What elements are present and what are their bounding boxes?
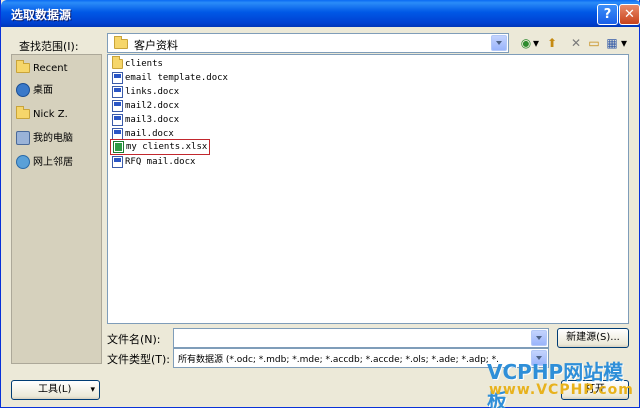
network-icon — [16, 155, 30, 169]
place-recent[interactable]: Recent — [16, 59, 100, 79]
folder-icon — [112, 55, 123, 69]
place-label: Nick Z. — [33, 109, 68, 120]
filename-input[interactable] — [173, 328, 549, 348]
place-label: 我的电脑 — [33, 133, 73, 144]
place-user[interactable]: Nick Z. — [16, 105, 100, 125]
word-doc-icon — [112, 127, 123, 140]
list-item[interactable]: clients — [112, 55, 163, 71]
lookin-combo[interactable]: 客户资料 — [107, 33, 509, 53]
file-list[interactable]: clients email template.docx links.docx m… — [107, 54, 629, 324]
list-item[interactable]: links.docx — [112, 85, 179, 99]
delete-icon[interactable]: ✕ — [567, 35, 585, 51]
dialog-title: 选取数据源 — [11, 8, 72, 22]
word-doc-icon — [112, 71, 123, 84]
file-name: email template.docx — [125, 73, 228, 83]
up-folder-icon[interactable]: ⬆ — [543, 35, 561, 51]
file-name: my clients.xlsx — [126, 142, 208, 152]
help-button[interactable]: ? — [597, 4, 618, 25]
list-item-highlighted[interactable]: my clients.xlsx — [110, 139, 211, 155]
excel-sheet-icon — [113, 140, 124, 153]
filetype-label: 文件类型(T): — [107, 353, 171, 366]
list-item[interactable]: mail2.docx — [112, 99, 179, 113]
file-dialog: 选取数据源 ? ✕ 查找范围(I): 客户资料 ◉ ▾ ⬆ ✕ ▭ ▦ ▾ Re… — [0, 0, 640, 408]
place-desktop[interactable]: 桌面 — [16, 81, 100, 101]
watermark-line-2: www.VCPHP.com — [489, 382, 634, 398]
chevron-down-icon[interactable] — [531, 330, 547, 346]
word-doc-icon — [112, 113, 123, 126]
filename-label: 文件名(N): — [107, 333, 161, 346]
lookin-label: 查找范围(I): — [19, 40, 79, 53]
place-network[interactable]: 网上邻居 — [16, 153, 100, 173]
tools-button[interactable]: 工具(L) — [11, 380, 100, 400]
computer-icon — [16, 131, 30, 145]
folder-icon — [16, 60, 30, 73]
places-bar: Recent 桌面 Nick Z. 我的电脑 网上邻居 — [11, 54, 102, 364]
place-computer[interactable]: 我的电脑 — [16, 129, 100, 149]
watermark: VCPHP网站模板 www.VCPHP.com — [487, 356, 637, 408]
views-dropdown-icon[interactable]: ▾ — [619, 35, 629, 51]
file-name: clients — [125, 59, 163, 69]
list-item[interactable]: RFQ mail.docx — [112, 155, 195, 169]
filetype-value: 所有数据源 (*.odc; *.mdb; *.mde; *.accdb; *.a… — [178, 355, 500, 365]
user-folder-icon — [16, 106, 30, 119]
word-doc-icon — [112, 99, 123, 112]
close-button[interactable]: ✕ — [619, 4, 640, 25]
new-source-button[interactable]: 新建源(S)... — [557, 328, 629, 348]
place-label: Recent — [33, 63, 68, 74]
file-name: RFQ mail.docx — [125, 157, 196, 167]
new-folder-icon[interactable]: ▭ — [585, 35, 603, 51]
title-bar[interactable]: 选取数据源 ? ✕ — [1, 0, 640, 27]
place-label: 桌面 — [33, 85, 53, 96]
place-label: 网上邻居 — [33, 157, 73, 168]
word-doc-icon — [112, 155, 123, 168]
desktop-icon — [16, 83, 30, 97]
word-doc-icon — [112, 85, 123, 98]
folder-icon — [114, 36, 128, 49]
file-name: links.docx — [125, 87, 180, 97]
chevron-down-icon[interactable] — [491, 35, 507, 51]
file-name: mail.docx — [125, 129, 174, 139]
back-dropdown-icon[interactable]: ▾ — [531, 35, 541, 51]
list-item[interactable]: mail3.docx — [112, 113, 179, 127]
list-item[interactable]: email template.docx — [112, 71, 228, 85]
lookin-value: 客户资料 — [134, 39, 178, 52]
file-name: mail3.docx — [125, 115, 180, 125]
file-name: mail2.docx — [125, 101, 180, 111]
